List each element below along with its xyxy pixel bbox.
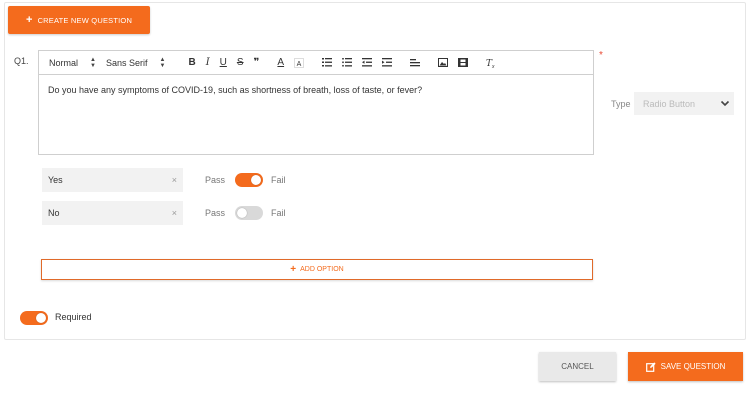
fail-label: Fail [271,208,286,218]
underline-button[interactable]: U [220,57,227,68]
pass-fail-toggle[interactable] [235,206,263,220]
remove-option-icon[interactable]: × [172,208,177,218]
plus-icon: + [25,13,33,26]
option-row: No × Pass Fail [42,201,302,225]
chevron-down-icon [720,100,730,107]
select-arrows-icon: ▲ ▼ [90,56,96,69]
option-input[interactable]: Yes × [42,168,183,192]
pass-label: Pass [205,208,226,218]
option-input-value: No [48,208,60,218]
type-select-value: Radio Button [643,98,696,109]
toggle-knob [237,208,247,218]
edit-icon [645,361,656,372]
strike-button[interactable]: S [237,57,244,68]
editor-toolbar: Normal ▲▼ Sans Serif ▲▼ B I U S ❞ A A [39,51,593,75]
size-select-value: Normal [49,57,79,68]
highlight-icon[interactable]: A [294,57,305,68]
font-select-value: Sans Serif [105,57,148,68]
option-input[interactable]: No × [42,201,183,225]
fail-label: Fail [271,175,286,185]
pass-fail-toggle[interactable] [235,173,263,187]
option-row: Yes × Pass Fail [42,168,302,192]
create-new-question-button[interactable]: + CREATE NEW QUESTION [8,6,150,34]
add-option-label: ADD OPTION [300,266,344,273]
required-label: Required [55,312,92,322]
pass-label: Pass [205,175,226,185]
video-icon[interactable] [458,58,469,67]
outdent-icon[interactable] [362,58,373,67]
bold-button[interactable]: B [188,57,195,68]
svg-text:A: A [297,61,302,68]
toggle-knob [251,175,261,185]
save-question-button[interactable]: SAVE QUESTION [628,352,743,381]
bullet-list-icon[interactable] [342,58,353,67]
option-input-value: Yes [48,175,63,185]
font-select[interactable]: Sans Serif ▲ ▼ [106,57,165,69]
cancel-button[interactable]: CANCEL [539,352,616,381]
image-icon[interactable] [438,58,449,67]
clear-format-icon[interactable]: Tx [486,58,497,68]
size-select[interactable]: Normal ▲ ▼ [49,57,96,69]
italic-button[interactable]: I [206,57,210,68]
question-number: Q1. [14,56,29,66]
plus-icon: + [290,263,297,275]
select-arrows-icon: ▲ ▼ [159,56,166,69]
rich-text-editor[interactable]: Normal ▲▼ Sans Serif ▲▼ B I U S ❞ A A [38,50,594,155]
blockquote-button[interactable]: ❞ [254,57,260,68]
align-icon[interactable] [410,58,421,67]
question-text[interactable]: Do you have any symptoms of COVID-19, su… [39,75,593,107]
cancel-label: CANCEL [561,362,594,371]
font-color-button[interactable]: A [277,57,284,68]
required-toggle[interactable] [20,311,48,325]
save-question-label: SAVE QUESTION [660,362,726,371]
add-option-button[interactable]: + ADD OPTION [41,259,593,280]
type-select[interactable]: Radio Button [634,92,734,115]
indent-icon[interactable] [382,58,393,67]
type-label: Type [611,99,631,109]
toggle-knob [36,313,46,323]
svg-text:x: x [491,64,495,68]
required-star: * [599,50,603,61]
ordered-list-icon[interactable] [322,58,333,67]
remove-option-icon[interactable]: × [172,175,177,185]
create-new-question-label: CREATE NEW QUESTION [37,15,133,25]
